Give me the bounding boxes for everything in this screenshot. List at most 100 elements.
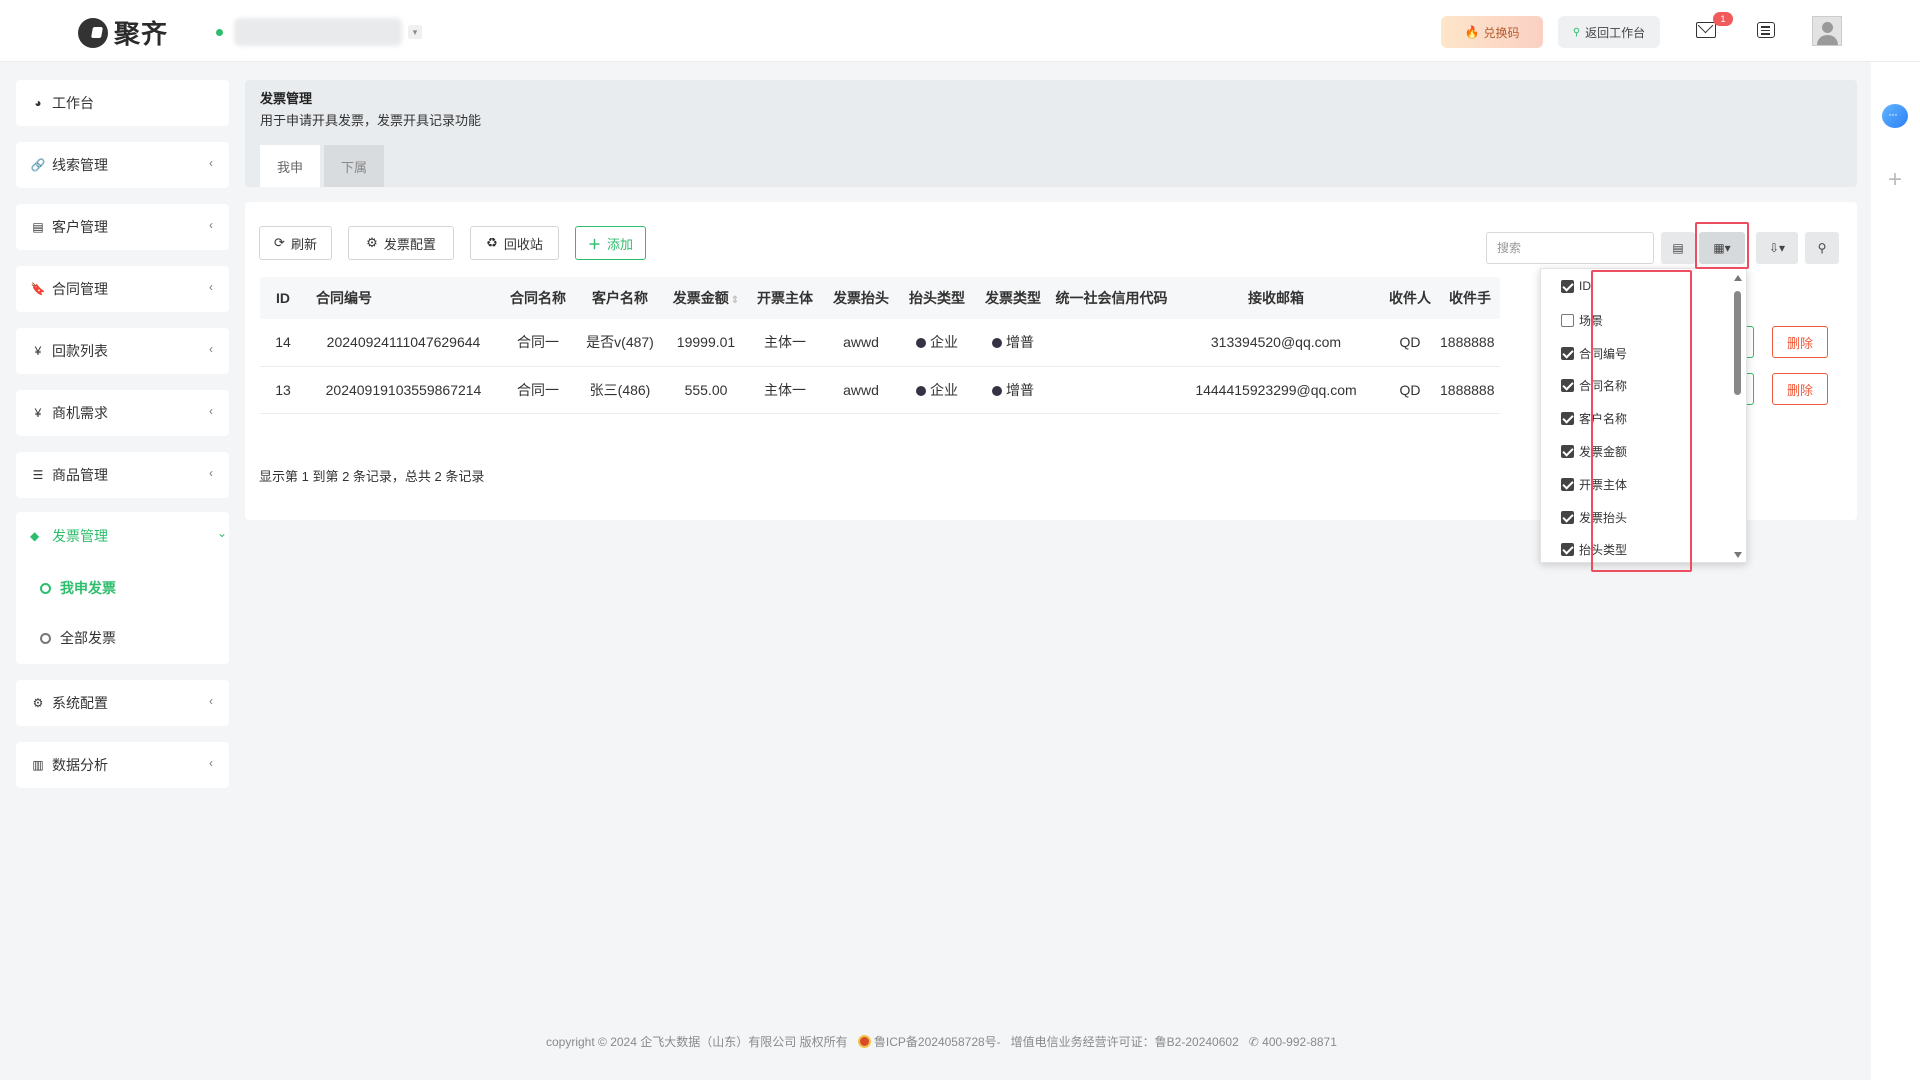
sidebar-item-leads[interactable]: 🔗 线索管理 ‹ — [16, 142, 229, 188]
mail-icon[interactable] — [1696, 22, 1716, 38]
chevron-down-icon: ⌄ — [217, 526, 228, 540]
column-header[interactable]: ID — [260, 277, 306, 319]
cell-recipient: QD — [1380, 319, 1440, 367]
cell-invoice-type: 增普 — [975, 366, 1051, 414]
checkbox-checked[interactable] — [1561, 543, 1574, 556]
footer: copyright © 2024 企飞大数据（山东）有限公司 版权所有 鲁ICP… — [546, 1033, 1337, 1050]
organization-selector[interactable] — [234, 18, 402, 46]
avatar[interactable] — [1812, 16, 1842, 46]
checkbox-unchecked[interactable] — [1561, 314, 1574, 327]
column-header[interactable]: 统一社会信用代码 — [1051, 277, 1172, 319]
dashboard-icon: ◕ — [34, 96, 42, 110]
column-header[interactable]: 开票主体 — [747, 277, 823, 319]
sidebar-group-invoices: ◆ 发票管理 ⌄ 我申发票 全部发票 — [16, 512, 229, 664]
chevron-down-icon[interactable]: ▾ — [408, 25, 422, 39]
sidebar-item-contracts[interactable]: 🔖 合同管理 ‹ — [16, 266, 229, 312]
sidebar-item-system-config[interactable]: ⚙ 系统配置 ‹ — [16, 680, 229, 726]
ticket-icon: ◆ — [30, 529, 40, 543]
link-icon: 🔗 — [30, 158, 46, 172]
sort-icon[interactable]: ⇕ — [731, 295, 739, 306]
redeem-code-button[interactable]: 🔥 兑换码 — [1441, 16, 1543, 48]
footer-license: 增值电信业务经营许可证：鲁B2-20240602 — [1010, 1035, 1239, 1049]
cell-recipient: QD — [1380, 366, 1440, 414]
checkbox-checked[interactable] — [1561, 478, 1574, 491]
sidebar-item-products[interactable]: ☰ 商品管理 ‹ — [16, 452, 229, 498]
cell-phone: 1888888 — [1440, 366, 1500, 414]
checkbox-checked[interactable] — [1561, 445, 1574, 458]
checkbox-checked[interactable] — [1561, 379, 1574, 392]
cell-contract-name[interactable]: 合同一 — [501, 366, 575, 414]
column-header-sortable[interactable]: 发票金额 ⇕ — [665, 277, 747, 319]
sidebar-item-payments[interactable]: ¥ 回款列表 ‹ — [16, 328, 229, 374]
sidebar-subitem-my-invoices[interactable]: 我申发票 — [40, 578, 116, 598]
column-header[interactable]: 接收邮箱 — [1172, 277, 1380, 319]
scroll-down-icon[interactable] — [1734, 552, 1742, 558]
cell-invoice-type: 增普 — [975, 319, 1051, 367]
search-input[interactable]: 搜索 — [1486, 232, 1654, 264]
column-header[interactable]: 抬头类型 — [899, 277, 975, 319]
menu-icon[interactable] — [1757, 22, 1775, 38]
footer-icp[interactable]: 鲁ICP备2024058728号- — [857, 1033, 1001, 1050]
plus-icon[interactable]: + — [1883, 168, 1907, 192]
column-header[interactable]: 发票抬头 — [823, 277, 899, 319]
column-header[interactable]: 合同编号 — [306, 277, 501, 319]
sidebar-item-customers[interactable]: ▤ 客户管理 ‹ — [16, 204, 229, 250]
delete-button[interactable]: 删除 — [1772, 326, 1828, 358]
chat-icon[interactable] — [1882, 104, 1908, 128]
checkbox-checked[interactable] — [1561, 347, 1574, 360]
cell-contract-no[interactable]: 20240924111047629644 — [306, 319, 501, 367]
add-label: 添加 — [607, 236, 634, 252]
column-header[interactable]: 发票类型 — [975, 277, 1051, 319]
page-title: 发票管理 — [260, 91, 313, 106]
table-row[interactable]: 14 20240924111047629644 合同一 是否v(487) 199… — [260, 319, 1500, 367]
scroll-up-icon[interactable] — [1734, 275, 1742, 281]
tab-subordinates[interactable]: 下属 — [324, 145, 384, 187]
cell-customer[interactable]: 是否v(487) — [575, 319, 665, 367]
column-header[interactable]: 合同名称 — [501, 277, 575, 319]
tab-mine[interactable]: 我申 — [260, 145, 320, 187]
checkbox-checked[interactable] — [1561, 511, 1574, 524]
cell-amount: 19999.01 — [665, 319, 747, 367]
highlight-columns-button — [1695, 222, 1749, 269]
delete-button[interactable]: 删除 — [1772, 373, 1828, 405]
recycle-bin-label: 回收站 — [503, 236, 543, 252]
status-dot-icon — [992, 338, 1002, 349]
chevron-left-icon: ‹ — [209, 280, 213, 294]
table-row[interactable]: 13 20240919103559867214 合同一 张三(486) 555.… — [260, 366, 1500, 414]
back-to-workbench-button[interactable]: ⚲ 返回工作台 — [1558, 16, 1660, 48]
logo[interactable]: 聚齐 — [78, 14, 168, 51]
sidebar-item-label: 系统配置 — [52, 695, 108, 711]
cell-entity: 主体一 — [747, 366, 823, 414]
toggle-view-button[interactable]: ▤ — [1661, 232, 1695, 264]
sidebar-item-workbench[interactable]: ◕ 工作台 — [16, 80, 229, 126]
footer-copyright: copyright © 2024 企飞大数据（山东）有限公司 版权所有 — [546, 1035, 848, 1049]
cell-contract-no[interactable]: 20240919103559867214 — [306, 366, 501, 414]
dropdown-scrollbar[interactable] — [1731, 275, 1743, 558]
recycle-bin-button[interactable]: ♻ 回收站 — [470, 226, 559, 260]
sidebar-item-label: 发票管理 — [52, 528, 108, 544]
sidebar-subitem-all-invoices[interactable]: 全部发票 — [40, 628, 116, 648]
add-button[interactable]: ＋ 添加 — [575, 226, 646, 260]
sidebar-item-analytics[interactable]: ▥ 数据分析 ‹ — [16, 742, 229, 788]
export-button[interactable]: ⇩▾ — [1756, 232, 1798, 264]
redeem-code-label: 兑换码 — [1483, 25, 1520, 40]
cell-customer[interactable]: 张三(486) — [575, 366, 665, 414]
cell-entity: 主体一 — [747, 319, 823, 367]
cell-contract-name[interactable]: 合同一 — [501, 319, 575, 367]
invoice-config-button[interactable]: ⚙ 发票配置 — [348, 226, 454, 260]
column-header[interactable]: 客户名称 — [575, 277, 665, 319]
column-header[interactable]: 收件手 — [1440, 277, 1500, 319]
column-option-id[interactable]: ID — [1561, 279, 1591, 293]
sidebar-item-opportunities[interactable]: ¥ 商机需求 ‹ — [16, 390, 229, 436]
refresh-button[interactable]: ⟳ 刷新 — [259, 226, 332, 260]
invoice-config-label: 发票配置 — [383, 236, 436, 252]
checkbox-checked[interactable] — [1561, 279, 1574, 293]
scrollbar-thumb[interactable] — [1734, 291, 1741, 395]
checkbox-checked[interactable] — [1561, 412, 1574, 425]
search-icon: ⚲ — [1817, 241, 1827, 255]
chevron-left-icon: ‹ — [209, 156, 213, 170]
sidebar-item-invoices[interactable]: ◆ 发票管理 ⌄ — [30, 526, 227, 546]
column-header[interactable]: 收件人 — [1380, 277, 1440, 319]
search-button[interactable]: ⚲ — [1805, 232, 1839, 264]
sidebar-subitem-label: 全部发票 — [60, 630, 116, 646]
